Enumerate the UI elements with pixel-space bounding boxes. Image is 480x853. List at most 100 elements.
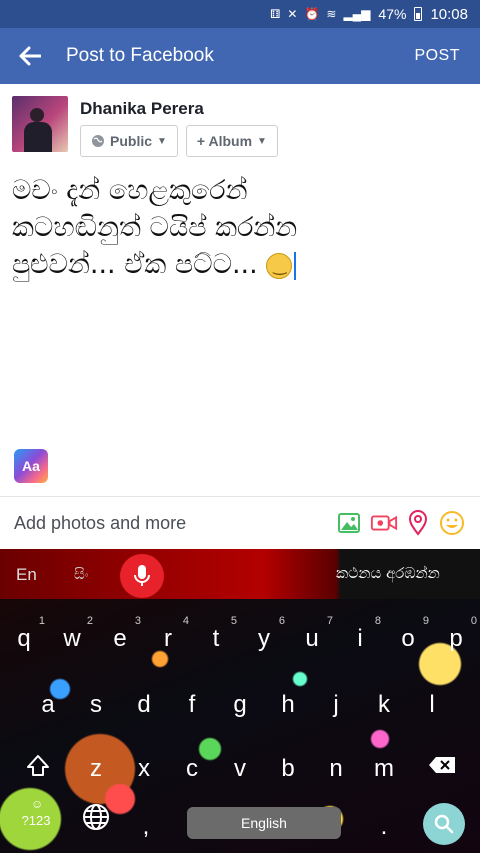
post-text-field[interactable]: මචං දැන් හෙළකුරෙන් කටහඬිනුත් ටයිප් කරන්න… — [12, 172, 468, 283]
backspace-key[interactable] — [418, 741, 466, 791]
globe-icon — [92, 135, 104, 147]
shift-icon — [27, 755, 49, 776]
post-button[interactable]: POST — [394, 47, 480, 65]
key-c[interactable]: c — [168, 741, 216, 791]
notification-icon: ⚅ — [269, 7, 281, 21]
key-label: z — [90, 755, 102, 782]
key-z[interactable]: z — [72, 741, 120, 791]
key-g[interactable]: g — [216, 677, 264, 727]
key-o[interactable]: 9o — [384, 611, 432, 661]
key-label: b — [281, 755, 295, 782]
key-label: j — [333, 691, 339, 718]
back-button[interactable] — [0, 28, 60, 84]
key-v[interactable]: v — [216, 741, 264, 791]
key-d[interactable]: d — [120, 677, 168, 727]
key-a[interactable]: a — [24, 677, 72, 727]
user-header: Dhanika Perera Public ▼ + Album ▼ — [12, 96, 278, 157]
key-m[interactable]: m — [360, 741, 408, 791]
language-globe-key[interactable] — [72, 803, 120, 853]
mute-icon: ✕ — [287, 7, 298, 21]
key-label: l — [429, 691, 435, 718]
key-b[interactable]: b — [264, 741, 312, 791]
key-label: . — [380, 813, 388, 840]
post-text-line: කටහඬිනුත් ටයිප් කරන්න — [12, 212, 298, 243]
microphone-icon — [134, 565, 150, 586]
mic-button[interactable] — [120, 554, 164, 598]
signal-icon: ▂▄▆ — [343, 7, 371, 21]
key-k[interactable]: k — [360, 677, 408, 727]
key-l[interactable]: l — [408, 677, 456, 727]
add-icons — [336, 509, 466, 537]
comma-key[interactable]: , — [122, 799, 170, 849]
key-u[interactable]: 7u — [288, 611, 336, 661]
key-label: p — [449, 625, 463, 652]
text-cursor — [294, 251, 297, 280]
key-x[interactable]: x — [120, 741, 168, 791]
suggestion-text[interactable]: කථනය අරඹන්න — [336, 564, 440, 582]
key-label: y — [258, 625, 270, 652]
keyboard: En සිං කථනය අරඹන්න 1q 2w 3e 4r 5t 6y 7u … — [0, 549, 480, 853]
chevron-down-icon: ▼ — [257, 135, 267, 147]
key-label: c — [186, 755, 198, 782]
post-text-line: පුළුවන්... ඒක පට්ට... — [12, 249, 258, 280]
post-text-line: මචං දැන් හෙළකුරෙන් — [12, 175, 248, 206]
key-i[interactable]: 8i — [336, 611, 384, 661]
search-button[interactable] — [423, 803, 465, 845]
key-label: i — [357, 625, 363, 652]
privacy-selector[interactable]: Public ▼ — [80, 125, 178, 157]
key-s[interactable]: s — [72, 677, 120, 727]
key-e[interactable]: 3e — [96, 611, 144, 661]
key-label: e — [113, 625, 127, 652]
key-y[interactable]: 6y — [240, 611, 288, 661]
lang-sinhala-toggle[interactable]: සිං — [74, 565, 89, 583]
key-label: u — [305, 625, 319, 652]
user-name: Dhanika Perera — [80, 99, 204, 118]
key-r[interactable]: 4r — [144, 611, 192, 661]
key-label: v — [234, 755, 246, 782]
key-h[interactable]: h — [264, 677, 312, 727]
symbols-key[interactable]: ☺ ?123 — [12, 793, 60, 843]
key-w[interactable]: 2w — [48, 611, 96, 661]
key-label: f — [188, 691, 196, 718]
period-key[interactable]: . — [360, 799, 408, 849]
key-label: h — [281, 691, 295, 718]
key-q[interactable]: 1q — [0, 611, 48, 661]
feeling-icon[interactable] — [438, 509, 466, 537]
key-label: w — [63, 625, 81, 652]
app-bar: Post to Facebook POST — [0, 28, 480, 84]
key-label: g — [233, 691, 247, 718]
text-style-button[interactable]: Aa — [14, 449, 48, 483]
key-j[interactable]: j — [312, 677, 360, 727]
album-selector[interactable]: + Album ▼ — [185, 125, 278, 157]
key-label: , — [142, 813, 150, 840]
space-bar[interactable]: English — [187, 807, 341, 839]
privacy-label: Public — [110, 133, 153, 149]
battery-percent: 47% — [378, 6, 407, 22]
key-label: q — [17, 625, 31, 652]
key-label: m — [374, 755, 394, 782]
video-icon[interactable] — [370, 509, 398, 537]
add-photos-label: Add photos and more — [14, 512, 187, 533]
key-label: t — [212, 625, 220, 652]
chevron-down-icon: ▼ — [157, 135, 167, 147]
symbols-label: ?123 — [21, 813, 51, 828]
key-label: d — [137, 691, 151, 718]
key-t[interactable]: 5t — [192, 611, 240, 661]
key-label: r — [164, 625, 172, 652]
back-arrow-icon — [19, 46, 41, 66]
add-to-post-bar[interactable]: Add photos and more — [0, 497, 480, 549]
shift-key[interactable] — [14, 741, 62, 791]
key-label: a — [41, 691, 55, 718]
lang-english-toggle[interactable]: En — [16, 565, 37, 585]
key-label: o — [401, 625, 415, 652]
photo-icon[interactable] — [336, 509, 364, 537]
key-label: x — [138, 755, 150, 782]
battery-icon — [414, 7, 423, 21]
key-p[interactable]: 0p — [432, 611, 480, 661]
globe-icon — [83, 804, 109, 830]
location-icon[interactable] — [404, 509, 432, 537]
key-f[interactable]: f — [168, 677, 216, 727]
key-n[interactable]: n — [312, 741, 360, 791]
key-label: n — [329, 755, 343, 782]
backspace-icon — [429, 757, 455, 773]
